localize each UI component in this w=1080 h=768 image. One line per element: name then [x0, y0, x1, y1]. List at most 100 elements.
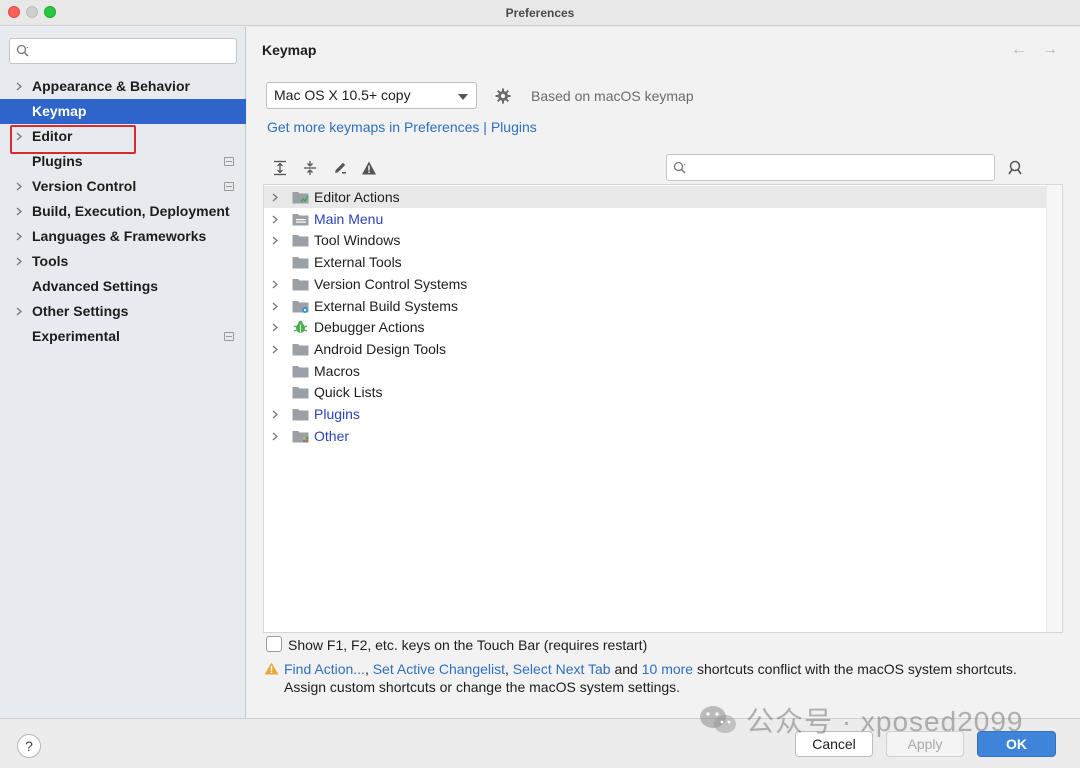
select-next-tab-link[interactable]: Select Next Tab [513, 661, 611, 677]
tree-row[interactable]: Debugger Actions [264, 316, 1046, 338]
chevron-right-icon[interactable] [271, 323, 279, 332]
watermark: 公众号 · xposed2099 [698, 700, 1023, 740]
chevron-right-icon[interactable] [271, 302, 279, 311]
tree-row-label: Android Design Tools [314, 340, 447, 357]
warning-conflicts-icon[interactable] [361, 160, 377, 176]
tree-scrollbar[interactable] [1046, 185, 1062, 632]
chevron-right-icon[interactable] [271, 193, 279, 202]
keymap-panel: Keymap ← → Mac OS X 10.5+ copy Based on … [247, 27, 1080, 718]
sidebar-item-label: Keymap [32, 103, 87, 119]
find-by-shortcut-icon[interactable] [1006, 160, 1024, 176]
tree-row[interactable]: Version Control Systems [264, 273, 1046, 295]
shortcut-search-input[interactable] [666, 154, 995, 181]
sidebar-item[interactable]: Build, Execution, Deployment [0, 199, 246, 224]
sidebar-item[interactable]: Languages & Frameworks [0, 224, 246, 249]
sidebar-item-label: Advanced Settings [32, 278, 159, 294]
tree-row[interactable]: Main Menu [264, 208, 1046, 230]
chevron-right-icon[interactable] [271, 432, 279, 441]
window-title: Preferences [505, 6, 575, 20]
project-settings-icon [224, 182, 234, 191]
keymap-select[interactable]: Mac OS X 10.5+ copy [266, 82, 477, 109]
settings-search-input[interactable] [9, 38, 237, 64]
keymap-action-tree: Editor Actions Main Menu Tool Windows Exter… [263, 184, 1063, 633]
chevron-right-icon[interactable] [15, 82, 23, 91]
tree-row-label: Plugins [314, 406, 360, 422]
tree-row[interactable]: Editor Actions [264, 186, 1046, 208]
expand-all-icon[interactable] [272, 160, 288, 176]
editor-actions-folder-icon [292, 192, 309, 204]
folder-icon [292, 257, 309, 269]
tree-row-label: Version Control Systems [314, 275, 468, 292]
conflict-separator: , [505, 661, 513, 677]
chevron-right-icon[interactable] [15, 257, 23, 266]
help-button[interactable]: ? [17, 734, 41, 758]
collapse-all-icon[interactable] [302, 160, 318, 176]
chevron-right-icon[interactable] [271, 215, 279, 224]
tree-row[interactable]: Android Design Tools [264, 338, 1046, 360]
edit-shortcut-icon[interactable] [332, 160, 348, 176]
chevron-right-icon[interactable] [15, 307, 23, 316]
tree-row[interactable]: Macros [264, 360, 1046, 382]
sidebar-item-label: Plugins [32, 153, 83, 169]
chevron-right-icon[interactable] [15, 182, 23, 191]
forward-arrow-icon[interactable]: → [1042, 41, 1058, 59]
tree-row[interactable]: Quick Lists [264, 381, 1046, 403]
folder-icon [292, 278, 309, 291]
chevron-down-icon [458, 94, 468, 100]
back-arrow-icon[interactable]: ← [1011, 41, 1027, 59]
folder-icon [292, 387, 309, 399]
touchbar-keys-checkbox[interactable] [266, 636, 282, 652]
tree-row[interactable]: External Tools [264, 251, 1046, 273]
tree-row[interactable]: External Build Systems [264, 295, 1046, 317]
chevron-right-icon[interactable] [271, 236, 279, 245]
gear-icon[interactable] [495, 88, 511, 104]
sidebar-item[interactable]: Tools [0, 249, 246, 274]
tree-row[interactable]: Other [264, 425, 1046, 447]
sidebar-item[interactable]: Keymap [0, 99, 246, 124]
project-settings-icon [224, 157, 234, 166]
settings-nav-list: Appearance & Behavior Keymap Editor Plugins… [0, 74, 246, 349]
settings-sidebar: Appearance & Behavior Keymap Editor Plugins… [0, 27, 246, 718]
ten-more-link[interactable]: 10 more [642, 661, 693, 677]
sidebar-item-label: Appearance & Behavior [32, 78, 190, 94]
warning-icon [264, 662, 279, 675]
tree-row-label: Main Menu [314, 210, 384, 227]
folder-icon [292, 365, 309, 378]
sidebar-item-label: Languages & Frameworks [32, 228, 207, 244]
sidebar-item-label: Experimental [32, 328, 120, 344]
find-action-link[interactable]: Find Action... [284, 661, 365, 677]
sidebar-item[interactable]: Experimental [0, 324, 246, 349]
sidebar-item[interactable]: Advanced Settings [0, 274, 246, 299]
set-active-changelist-link[interactable]: Set Active Changelist [373, 661, 505, 677]
chevron-right-icon[interactable] [15, 232, 23, 241]
tree-row[interactable]: Plugins [264, 403, 1046, 425]
based-on-label: Based on macOS keymap [531, 88, 694, 104]
chevron-right-icon[interactable] [271, 345, 279, 354]
sidebar-item[interactable]: Version Control [0, 174, 246, 199]
keymap-select-value: Mac OS X 10.5+ copy [274, 87, 411, 103]
chevron-right-icon[interactable] [271, 410, 279, 419]
other-folder-icon [292, 430, 309, 443]
conflict-and-text: and [610, 661, 642, 677]
tree-row-label: Debugger Actions [314, 319, 425, 336]
watermark-text: 公众号 · xposed2099 [746, 706, 1024, 737]
sidebar-item[interactable]: Appearance & Behavior [0, 74, 246, 99]
tree-row-label: Editor Actions [314, 189, 400, 205]
get-more-keymaps-link[interactable]: Get more keymaps in Preferences | Plugin… [267, 119, 537, 135]
sidebar-item-label: Other Settings [32, 303, 129, 319]
search-icon [673, 161, 686, 174]
tree-row-label: Tool Windows [314, 232, 401, 249]
tree-row[interactable]: Tool Windows [264, 229, 1046, 251]
keymap-highlight-box [10, 125, 136, 154]
folder-icon [292, 409, 309, 421]
main-menu-folder-icon [292, 213, 309, 226]
touchbar-keys-label: Show F1, F2, etc. keys on the Touch Bar … [288, 637, 648, 653]
tree-row-label: External Tools [314, 254, 402, 271]
folder-icon [292, 235, 309, 247]
build-systems-folder-icon [292, 300, 309, 313]
chevron-right-icon[interactable] [271, 280, 279, 289]
chevron-right-icon[interactable] [15, 207, 23, 216]
sidebar-item[interactable]: Other Settings [0, 299, 246, 324]
title-bar: Preferences [0, 0, 1080, 26]
sidebar-item-label: Build, Execution, Deployment [32, 203, 230, 219]
